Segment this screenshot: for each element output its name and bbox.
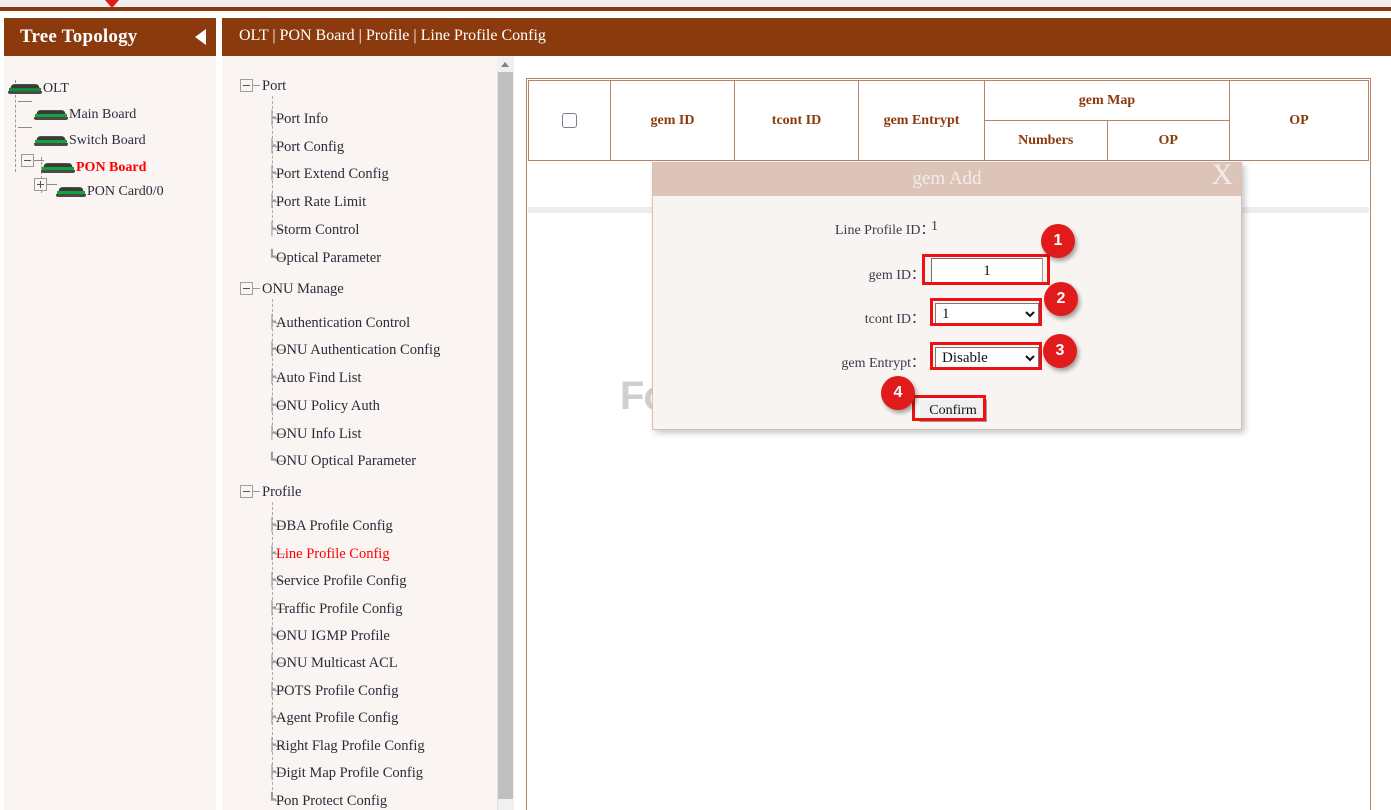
tree-node-pon-board[interactable]: PON Board — [41, 160, 146, 176]
breadcrumb-bar: OLT | PON Board | Profile | Line Profile… — [222, 18, 1391, 56]
gem-add-dialog: gem Add X Line Profile ID： 1 gem ID： tco… — [652, 162, 1242, 430]
annotation-badge-2: 2 — [1044, 282, 1078, 316]
gem-id-input[interactable] — [931, 258, 1043, 284]
dialog-title-bar: gem Add X — [653, 163, 1241, 196]
nav-item-onu-authentication-config[interactable]: ONU Authentication Config — [276, 342, 440, 359]
tree-node-label: PON Board — [76, 160, 146, 175]
gem-entrypt-select[interactable]: Disable — [935, 347, 1039, 369]
nav-item-port-extend-config[interactable]: Port Extend Config — [276, 166, 389, 183]
nav-group-toggle-profile[interactable] — [240, 485, 253, 498]
tree-node-label: OLT — [43, 81, 69, 96]
tree-node-main-board[interactable]: Main Board — [34, 107, 136, 123]
dialog-title: gem Add — [653, 168, 1241, 190]
table-header-select-all — [529, 81, 611, 161]
nav-item-line-profile-config[interactable]: Line Profile Config — [276, 546, 390, 563]
cursor-arrow-icon — [105, 0, 119, 8]
device-icon — [34, 136, 68, 147]
nav-item-right-flag-profile-config[interactable]: Right Flag Profile Config — [276, 738, 425, 755]
left-arrow-icon[interactable] — [195, 29, 206, 45]
nav-scrollbar[interactable] — [497, 56, 514, 810]
top-strip — [0, 0, 1391, 10]
nav-connector — [253, 85, 260, 86]
device-icon — [34, 110, 68, 121]
nav-item-onu-multicast-acl[interactable]: ONU Multicast ACL — [276, 655, 398, 672]
nav-item-pon-protect-config[interactable]: Pon Protect Config — [276, 793, 387, 810]
nav-item-dba-profile-config[interactable]: DBA Profile Config — [276, 518, 393, 535]
tree-node-label: Switch Board — [69, 133, 146, 148]
nav-item-onu-info-list[interactable]: ONU Info List — [276, 426, 361, 443]
nav-group-toggle-onu-manage[interactable] — [240, 282, 253, 295]
nav-item-onu-optical-parameter[interactable]: ONU Optical Parameter — [276, 453, 416, 470]
nav-item-agent-profile-config[interactable]: Agent Profile Config — [276, 710, 398, 727]
tree-expand-toggle-pon-card[interactable] — [34, 178, 47, 191]
nav-group-toggle-port[interactable] — [240, 79, 253, 92]
tree-node-label: PON Card0/0 — [87, 184, 164, 199]
nav-item-traffic-profile-config[interactable]: Traffic Profile Config — [276, 601, 402, 618]
table-header-op: OP — [1230, 81, 1369, 161]
nav-item-port-rate-limit[interactable]: Port Rate Limit — [276, 194, 366, 211]
table-header-gem-id: gem ID — [611, 81, 735, 161]
select-all-checkbox[interactable] — [562, 113, 577, 128]
gem-entrypt-label: gem Entrypt： — [803, 352, 925, 372]
gem-id-label: gem ID： — [803, 264, 925, 284]
close-icon[interactable]: X — [1211, 160, 1233, 190]
nav-item-storm-control[interactable]: Storm Control — [276, 222, 359, 239]
nav-item-auto-find-list[interactable]: Auto Find List — [276, 370, 361, 387]
nav-item-optical-parameter[interactable]: Optical Parameter — [276, 250, 381, 267]
nav-scrollbar-thumb[interactable] — [498, 72, 513, 799]
device-icon — [56, 187, 86, 198]
tree-node-switch-board[interactable]: Switch Board — [34, 133, 146, 149]
nav-item-authentication-control[interactable]: Authentication Control — [276, 315, 410, 332]
annotation-badge-1: 1 — [1041, 224, 1075, 258]
tree-topology-title: Tree Topology — [20, 26, 138, 48]
nav-item-digit-map-profile-config[interactable]: Digit Map Profile Config — [276, 765, 423, 782]
nav-item-service-profile-config[interactable]: Service Profile Config — [276, 573, 406, 590]
table-header-gem-entrypt: gem Entrypt — [859, 81, 985, 161]
tree-connector — [18, 101, 32, 102]
breadcrumb: OLT | PON Board | Profile | Line Profile… — [239, 27, 546, 45]
tree-node-label: Main Board — [69, 107, 136, 122]
table-header-gem-map-numbers: Numbers — [985, 121, 1108, 161]
nav-item-port-config[interactable]: Port Config — [276, 139, 344, 156]
tree-topology-panel: Tree Topology OLT Main Board — [4, 18, 216, 810]
gem-table: gem ID tcont ID gem Entrypt gem Map OP N… — [528, 80, 1369, 161]
tree-topology-body: OLT Main Board Switch Board — [4, 56, 216, 810]
top-accent-line — [0, 7, 1391, 11]
nav-group-port[interactable]: Port — [262, 78, 286, 95]
table-header-gem-map: gem Map — [985, 81, 1230, 121]
annotation-badge-3: 3 — [1043, 334, 1077, 368]
nav-group-profile[interactable]: Profile — [262, 484, 301, 501]
nav-item-port-info[interactable]: Port Info — [276, 111, 328, 128]
nav-connector — [253, 288, 260, 289]
nav-connector — [253, 491, 260, 492]
tree-collapse-toggle-pon-board[interactable] — [21, 154, 34, 167]
tree-node-pon-card[interactable]: PON Card0/0 — [56, 184, 164, 200]
device-icon — [41, 163, 75, 174]
tree-topology-header: Tree Topology — [4, 18, 216, 56]
tcont-id-select[interactable]: 1 — [935, 303, 1039, 325]
tcont-id-label: tcont ID： — [803, 308, 925, 328]
annotation-badge-4: 4 — [881, 376, 915, 410]
line-profile-id-value: 1 — [931, 219, 938, 235]
line-profile-id-label: Line Profile ID： — [835, 219, 935, 239]
table-header-gem-map-op: OP — [1107, 121, 1230, 161]
scroll-up-arrow-icon[interactable] — [497, 56, 514, 71]
dialog-body: Line Profile ID： 1 gem ID： tcont ID： 1 g… — [653, 196, 1241, 429]
confirm-button[interactable]: Confirm — [919, 399, 987, 422]
nav-group-onu-manage[interactable]: ONU Manage — [262, 281, 344, 298]
device-icon — [8, 84, 42, 95]
nav-item-onu-igmp-profile[interactable]: ONU IGMP Profile — [276, 628, 390, 645]
nav-item-onu-policy-auth[interactable]: ONU Policy Auth — [276, 398, 380, 415]
nav-menu-panel: Port ┝--- Port Info ┝--- Port Config ┝--… — [222, 56, 514, 810]
table-header-row-1: gem ID tcont ID gem Entrypt gem Map OP — [529, 81, 1369, 121]
nav-item-pots-profile-config[interactable]: POTS Profile Config — [276, 683, 398, 700]
tree-connector — [18, 127, 32, 128]
table-header-tcont-id: tcont ID — [735, 81, 859, 161]
tree-node-olt[interactable]: OLT — [8, 81, 69, 97]
